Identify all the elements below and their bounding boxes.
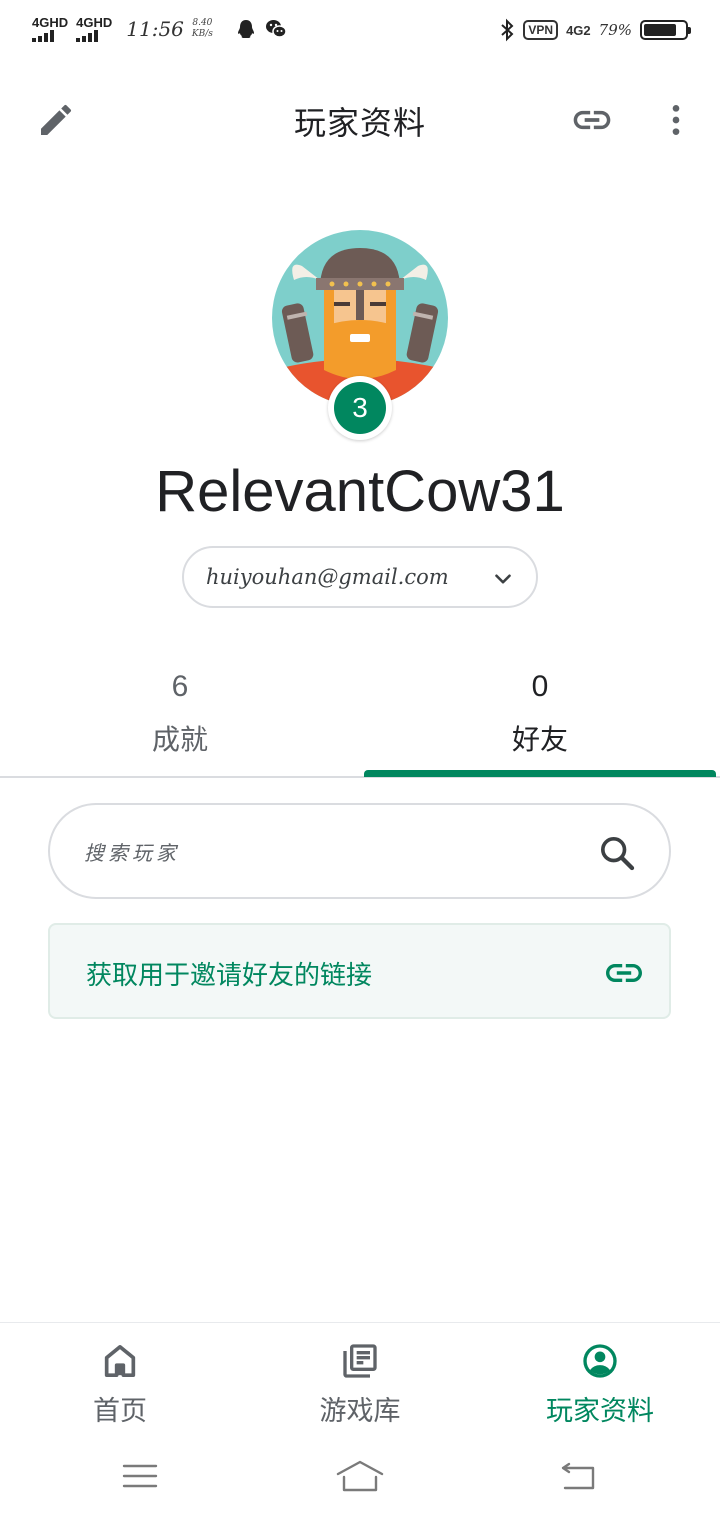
clock: 11:56 <box>126 17 184 41</box>
app-bar: 玩家资料 <box>0 64 720 176</box>
nav-library-label: 游戏库 <box>319 1396 401 1427</box>
qq-icon <box>237 20 254 38</box>
network-speed: 8.40 KB/s <box>192 18 213 40</box>
achievements-count: 6 <box>171 670 189 703</box>
search-placeholder: 搜索玩家 <box>84 841 180 865</box>
nav-profile[interactable]: 玩家资料 <box>480 1323 720 1441</box>
menu-icon <box>122 1464 158 1488</box>
status-bar-right: VPN 4G2 79% <box>499 18 691 42</box>
network-type: 4G2 <box>566 22 591 38</box>
chevron-down-icon <box>495 574 511 584</box>
bluetooth-icon <box>501 18 514 42</box>
sim1-label: 4GHD <box>32 15 69 30</box>
invite-link-label: 获取用于邀请好友的链接 <box>86 961 373 991</box>
system-back-button[interactable] <box>548 1454 608 1498</box>
account-circle-icon <box>583 1344 617 1378</box>
sim2-signal: 4GHD <box>76 16 112 42</box>
system-navigation <box>0 1440 720 1520</box>
system-menu-button[interactable] <box>110 1454 170 1498</box>
library-icon <box>343 1344 377 1378</box>
sim1-signal: 4GHD <box>32 16 68 42</box>
more-options-button[interactable] <box>652 92 700 148</box>
search-icon[interactable] <box>597 833 637 873</box>
speed-value: 8.40 <box>192 18 213 28</box>
nav-profile-label: 玩家资料 <box>546 1396 654 1427</box>
battery-icon <box>640 20 691 40</box>
search-players-input[interactable]: 搜索玩家 <box>48 803 671 899</box>
friends-count: 0 <box>531 670 549 703</box>
account-email: huiyouhan@gmail.com <box>206 565 449 589</box>
tab-friends[interactable]: 0 好友 <box>360 660 720 776</box>
speed-unit: KB/s <box>191 29 213 39</box>
account-switcher[interactable]: huiyouhan@gmail.com <box>182 546 538 608</box>
wechat-icon <box>265 20 287 38</box>
username: RelevantCow31 <box>155 459 565 524</box>
signal-bars-icon <box>32 30 54 42</box>
bottom-navigation: 首页 游戏库 玩家资料 <box>0 1322 720 1440</box>
invite-link-card[interactable]: 获取用于邀请好友的链接 <box>48 923 671 1019</box>
signal-bars-icon <box>76 30 99 42</box>
home-icon <box>104 1345 136 1377</box>
system-home-button[interactable] <box>330 1454 390 1498</box>
profile-tabs: 6 成就 0 好友 <box>0 660 720 778</box>
more-vert-icon <box>672 105 680 135</box>
battery-fill <box>644 24 676 36</box>
tab-indicator <box>364 770 716 777</box>
level-number: 3 <box>334 382 386 434</box>
status-bar-left: 4GHD 4GHD 11:56 8.40 KB/s <box>32 16 287 42</box>
nav-library[interactable]: 游戏库 <box>240 1323 480 1441</box>
link-icon <box>573 110 611 130</box>
achievements-label: 成就 <box>151 723 208 756</box>
back-icon <box>561 1462 595 1490</box>
link-icon <box>606 964 642 982</box>
tab-achievements[interactable]: 6 成就 <box>0 660 360 776</box>
share-link-button[interactable] <box>564 92 620 148</box>
home-outline-icon <box>336 1460 384 1492</box>
friends-label: 好友 <box>511 723 568 756</box>
status-bar: 4GHD 4GHD 11:56 8.40 KB/s VPN 4G2 79% <box>0 0 720 64</box>
sim2-label: 4GHD <box>76 15 113 30</box>
battery-percent: 79% <box>598 21 632 39</box>
nav-home-label: 首页 <box>93 1396 147 1427</box>
vpn-badge: VPN <box>523 20 559 40</box>
level-badge: 3 <box>328 376 392 440</box>
nav-home[interactable]: 首页 <box>0 1323 240 1441</box>
